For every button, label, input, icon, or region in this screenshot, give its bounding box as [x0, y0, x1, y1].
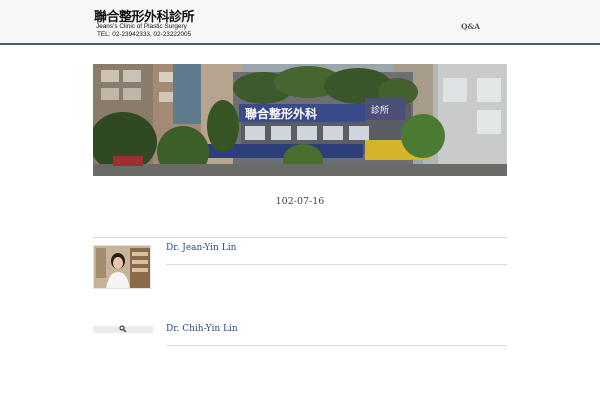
doctor-link-chih-yin-lin[interactable]: Dr. Chih-Yin Lin: [166, 324, 238, 334]
clinic-side-sign-text: 診所: [371, 104, 389, 116]
divider: [166, 264, 507, 265]
logo-telephone: TEL: 02-23942333, 02-23222005: [97, 30, 192, 38]
site-header: 聯合整形外科診所 Jeans’s Clinic of Plastic Surge…: [0, 0, 600, 45]
clinic-logo[interactable]: 聯合整形外科診所 Jeans’s Clinic of Plastic Surge…: [94, 6, 195, 40]
building-photo-illustration: 聯合整形外科 診所: [93, 64, 507, 176]
doctor-portrait: [94, 246, 150, 288]
clinic-sign-text: 聯合整形外科: [245, 106, 317, 121]
post-date: 102-07-16: [275, 196, 325, 207]
nav-link-qa[interactable]: Q&A: [461, 22, 480, 31]
divider: [93, 237, 507, 238]
search-icon: [119, 325, 127, 333]
doctor-photo-placeholder[interactable]: [93, 325, 153, 333]
doctor-photo[interactable]: [93, 245, 151, 289]
clinic-building-photo: 聯合整形外科 診所: [93, 64, 507, 176]
logo-subtitle: Jeans’s Clinic of Plastic Surgery: [96, 23, 187, 30]
divider: [166, 345, 507, 346]
doctor-link-jean-yin-lin[interactable]: Dr. Jean-Yin Lin: [166, 243, 236, 253]
